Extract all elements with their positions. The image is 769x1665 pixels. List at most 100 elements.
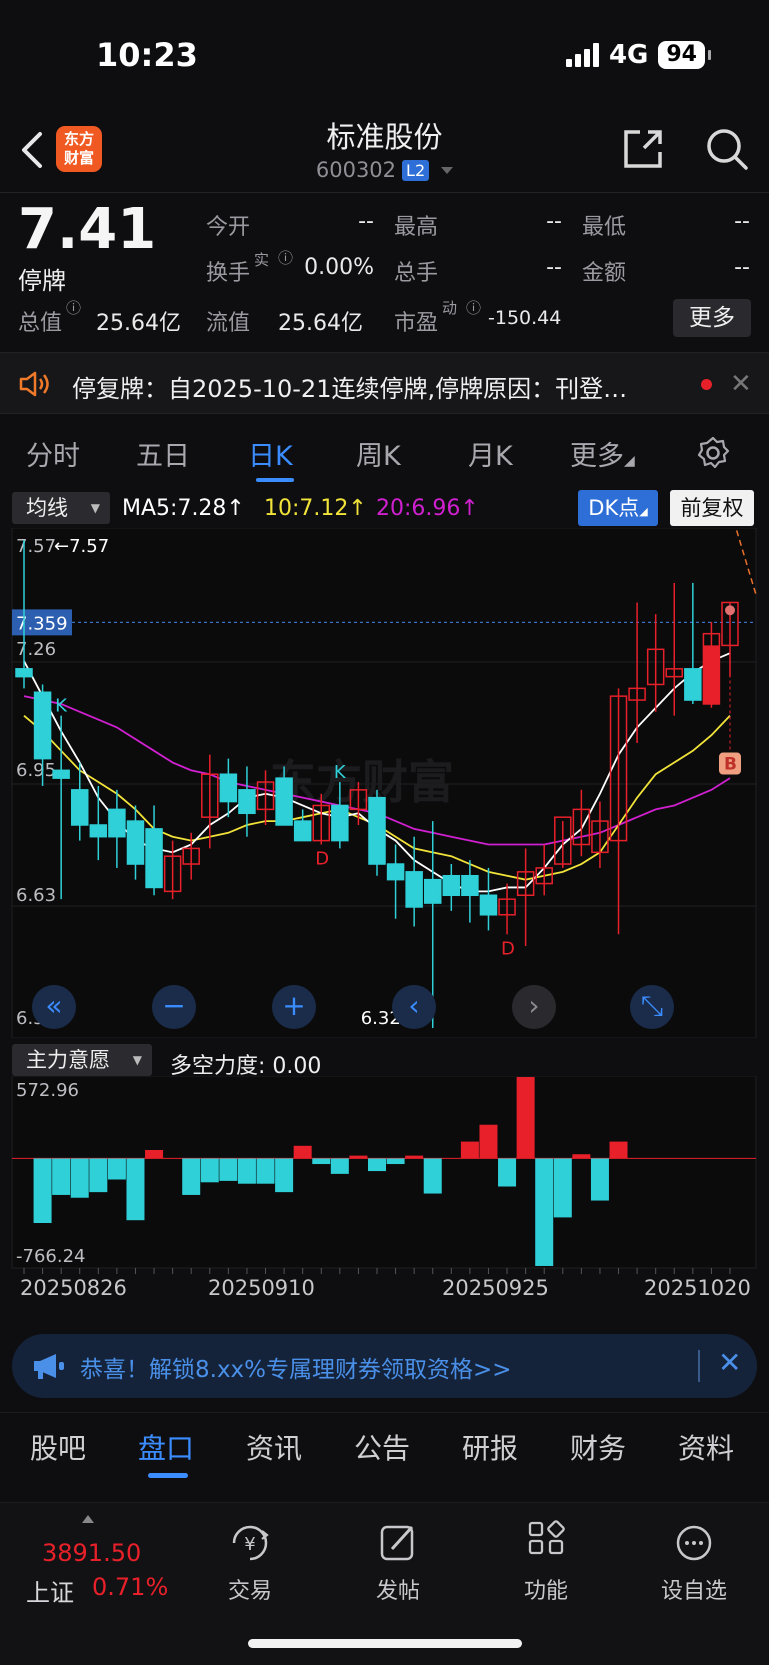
network-type: 4G xyxy=(608,40,649,70)
tab-more[interactable]: 更多◢ xyxy=(570,434,635,473)
caret-down-icon xyxy=(441,166,454,174)
more-button[interactable]: 更多 xyxy=(673,299,751,337)
index-change-pct: 0.71% xyxy=(92,1573,169,1601)
promo-banner[interactable]: 恭喜！解锁8.xx%专属理财券领取资格>> ✕ xyxy=(12,1334,757,1398)
candle-body xyxy=(126,820,145,865)
info-icon[interactable]: ⓘ xyxy=(466,297,481,318)
watermark: 东方财富 xyxy=(270,755,454,809)
intention-bar xyxy=(405,1155,424,1159)
chart-controls: « − + ‹ › ⤡ xyxy=(0,985,769,1029)
intention-bar xyxy=(312,1158,331,1165)
info-icon[interactable]: ⓘ xyxy=(66,297,81,318)
candle-body xyxy=(108,808,126,838)
ma-legend-row: 均线 ▼ MA5:7.28↑ 10:7.12↑ 20:6.96↑ DK点◢ 前复权 xyxy=(0,488,769,528)
current-price: 7.41 xyxy=(18,197,157,262)
nav-trade[interactable]: ¥ 交易 xyxy=(200,1519,300,1605)
active-tab-indicator xyxy=(148,1473,188,1478)
candle-body xyxy=(89,824,108,838)
intention-bar xyxy=(368,1158,386,1172)
unread-dot xyxy=(701,379,712,390)
nav-add-watchlist[interactable]: 设自选 xyxy=(644,1519,744,1605)
mcap-label: 总值 xyxy=(18,311,63,336)
tab-intraday[interactable]: 分时 xyxy=(26,434,80,473)
volume-label: 总手 xyxy=(394,261,439,286)
stock-code: 600302 xyxy=(315,158,397,182)
sub-indicator-chart[interactable]: 572.96 -766.24 xyxy=(0,1076,769,1276)
tab-daily-k[interactable]: 日K xyxy=(248,434,293,473)
turnover-label: 换手 xyxy=(206,261,251,286)
tab-research[interactable]: 研报 xyxy=(462,1427,518,1467)
candle-body xyxy=(219,773,238,803)
caret-icon: ◢ xyxy=(624,453,635,469)
sub-indicator-select[interactable]: 主力意愿 ▼ xyxy=(12,1044,152,1076)
status-indicators: 4G 94 xyxy=(565,40,711,70)
mcap-value: 25.64亿 xyxy=(96,311,181,336)
fullscreen-button[interactable]: ⤡ xyxy=(630,985,674,1029)
candle-body xyxy=(423,878,442,904)
tab-monthly-k[interactable]: 月K xyxy=(468,434,513,473)
share-icon[interactable] xyxy=(620,126,666,172)
volume-value: -- xyxy=(546,255,562,280)
ma10-value: 10:7.12↑ xyxy=(264,496,367,521)
info-icon[interactable]: ⓘ xyxy=(278,247,293,268)
apps-icon xyxy=(528,1520,565,1555)
tab-weekly-k[interactable]: 周K xyxy=(356,434,401,473)
settings-gear-icon[interactable] xyxy=(696,436,730,470)
tab-financials[interactable]: 财务 xyxy=(570,1427,626,1467)
intention-bar xyxy=(609,1141,628,1159)
tab-forum[interactable]: 股吧 xyxy=(30,1427,86,1467)
level2-badge: L2 xyxy=(402,159,430,181)
home-indicator[interactable] xyxy=(248,1639,522,1648)
ma20-value: 20:6.96↑ xyxy=(376,496,479,521)
halt-notice-bar[interactable]: 停复牌：自2025-10-21连续停牌,停牌原因：刊登… ✕ xyxy=(0,352,769,414)
candle-body xyxy=(331,804,349,842)
caret-up-icon[interactable] xyxy=(82,1515,94,1523)
nav-post[interactable]: 发帖 xyxy=(348,1519,448,1605)
signal-icon xyxy=(565,43,599,67)
ma5-value: MA5:7.28↑ xyxy=(122,496,245,521)
intention-bar xyxy=(349,1155,368,1159)
candle-body xyxy=(386,863,405,881)
x-axis-date: 20250826 xyxy=(20,1276,127,1300)
jump-start-button[interactable]: « xyxy=(32,985,76,1029)
sub-indicator-row: 主力意愿 ▼ 多空力度: 0.00 xyxy=(0,1040,769,1080)
scroll-left-button[interactable]: ‹ xyxy=(392,985,436,1029)
active-tab-indicator xyxy=(256,478,294,482)
stock-header: 东方 财富 标准股份 600302 L2 xyxy=(0,110,769,192)
x-axis-date: 20250910 xyxy=(208,1276,315,1300)
close-icon[interactable]: ✕ xyxy=(718,1346,741,1379)
intention-bar xyxy=(460,1141,479,1159)
nav-functions[interactable]: 功能 xyxy=(496,1519,596,1605)
signal-marker: D xyxy=(315,849,329,870)
intention-bar xyxy=(293,1145,312,1159)
high-label: 最高 xyxy=(394,215,439,240)
intention-bar xyxy=(126,1158,145,1221)
intention-bar xyxy=(275,1158,294,1193)
intention-bar xyxy=(237,1158,256,1184)
intention-bar xyxy=(553,1158,572,1218)
zoom-in-button[interactable]: + xyxy=(272,985,316,1029)
tab-order-book[interactable]: 盘口 xyxy=(138,1427,194,1467)
adjust-mode-button[interactable]: 前复权 xyxy=(670,490,754,526)
y-tick-label: 6.63 xyxy=(16,885,56,906)
zoom-out-button[interactable]: − xyxy=(152,985,196,1029)
pe-dynamic-sup: 动 xyxy=(442,299,458,317)
search-icon[interactable] xyxy=(704,126,750,172)
float-value: 25.64亿 xyxy=(278,311,363,336)
tab-five-day[interactable]: 五日 xyxy=(136,434,190,473)
tab-profile[interactable]: 资料 xyxy=(678,1427,734,1467)
tab-news[interactable]: 资讯 xyxy=(246,1427,302,1467)
promo-text: 恭喜！解锁8.xx%专属理财券领取资格>> xyxy=(80,1357,512,1383)
candle-body xyxy=(368,796,386,865)
scroll-right-button[interactable]: › xyxy=(512,985,556,1029)
tab-announcements[interactable]: 公告 xyxy=(354,1427,410,1467)
dk-point-button[interactable]: DK点◢ xyxy=(578,490,658,526)
close-icon[interactable]: ✕ xyxy=(730,369,752,399)
svg-text:¥: ¥ xyxy=(244,1534,255,1555)
index-value[interactable]: 3891.50 xyxy=(42,1539,141,1567)
kline-chart[interactable]: 东方财富7.577.266.956.636.32←7.576.32→7.359K… xyxy=(0,528,769,1038)
notice-text: 停复牌：自2025-10-21连续停牌,停牌原因：刊登… xyxy=(72,375,628,403)
candle-body xyxy=(442,874,461,897)
x-axis-date: 20251020 xyxy=(644,1276,751,1300)
indicator-select[interactable]: 均线 ▼ xyxy=(12,492,110,524)
